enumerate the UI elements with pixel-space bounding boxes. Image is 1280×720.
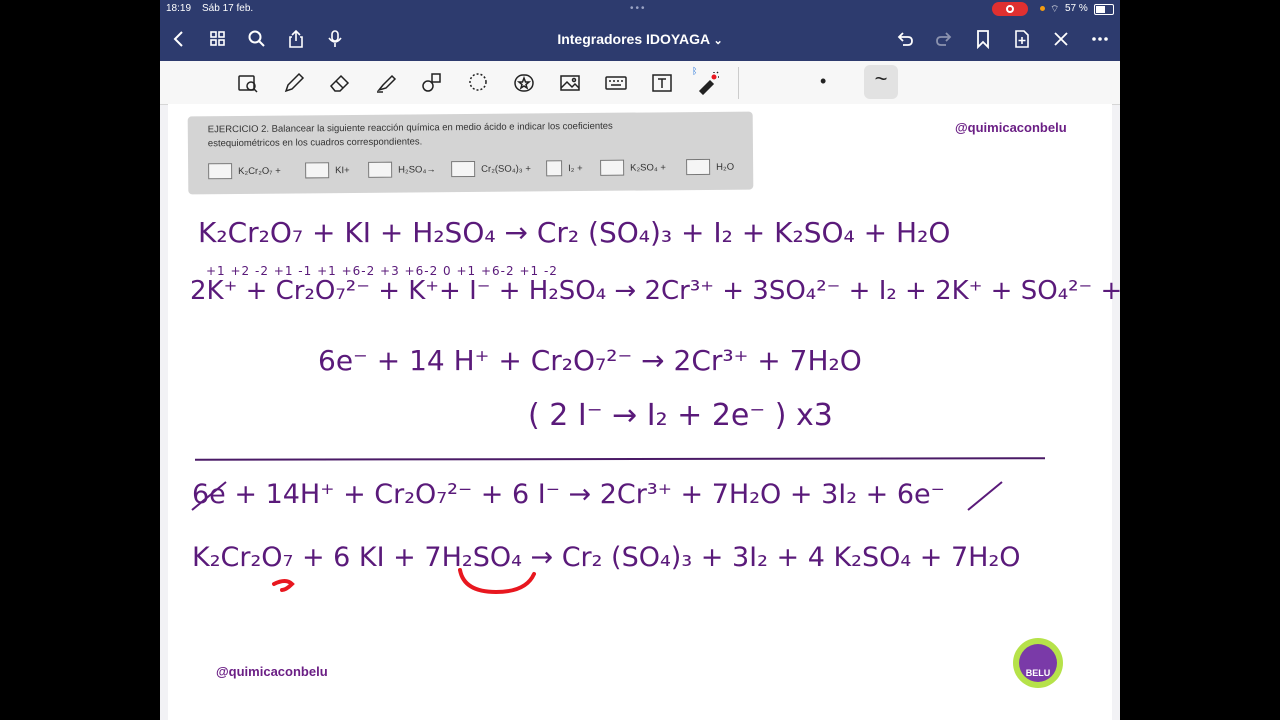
add-page-icon[interactable] <box>1009 26 1035 52</box>
exercise-product-k2so4: K₂SO₄ + <box>600 159 666 176</box>
coefficient-box <box>368 161 393 178</box>
equation-sum-ionic: 6e + 14H⁺ + Cr₂O₇²⁻ + 6 I⁻ → 2Cr³⁺ + 7H₂… <box>192 479 945 510</box>
multitask-dots[interactable]: ••• <box>630 3 647 14</box>
exercise-instruction-line-2: estequiométricos en los cuadros correspo… <box>207 136 423 150</box>
wifi-icon: ⌔ <box>1050 4 1060 15</box>
redo-icon[interactable] <box>931 26 957 52</box>
eraser-icon[interactable] <box>326 69 354 97</box>
equation-unbalanced: K₂Cr₂O₇ + KI + H₂SO₄ → Cr₂ (SO₄)₃ + I₂ +… <box>198 216 951 249</box>
equation-balanced: K₂Cr₂O₇ + 6 KI + 7H₂SO₄ → Cr₂ (SO₄)₃ + 3… <box>192 542 1021 573</box>
highlighter-icon[interactable] <box>372 69 400 97</box>
half-reaction-oxidation: ( 2 I⁻ → I₂ + 2e⁻ ) x3 <box>528 398 833 433</box>
shapes-icon[interactable] <box>418 69 446 97</box>
coefficient-box <box>686 158 711 176</box>
status-bar: 18:19 Sáb 17 feb. ••• ⌔ 57 % <box>160 0 1120 18</box>
toolbar-divider <box>738 67 739 99</box>
close-icon[interactable] <box>1048 26 1074 52</box>
image-icon[interactable] <box>556 69 584 97</box>
pen-stroke-selector[interactable]: ~ <box>864 65 898 99</box>
tool-bar: ᛒ • ~ <box>160 61 1120 105</box>
navigation-bar: Integradores IDOYAGA ⌄ <box>160 18 1120 61</box>
exercise-product-i2: I₂ + <box>546 160 583 177</box>
laser-pointer-icon[interactable] <box>694 69 722 97</box>
brand-logo: BELU <box>1013 638 1063 688</box>
mic-indicator-dot <box>1040 6 1045 11</box>
cancel-strike-right <box>967 481 1003 511</box>
instagram-handle-top: @quimicaconbelu <box>955 120 1067 135</box>
highlight-mark-curve <box>458 568 536 595</box>
title-dropdown-icon[interactable]: ⌄ <box>713 35 722 47</box>
exercise-reactant-ki: KI+ <box>305 162 350 179</box>
exercise-product-h2o: H₂O <box>686 158 734 176</box>
coefficient-box <box>208 163 233 180</box>
highlight-mark-small <box>272 579 295 592</box>
more-icon[interactable] <box>1087 26 1113 52</box>
brand-logo-text: BELU <box>1019 644 1057 682</box>
status-date: Sáb 17 feb. <box>202 3 254 14</box>
coefficient-box <box>305 162 330 179</box>
sticker-icon[interactable] <box>510 69 538 97</box>
exercise-reactant-h2so4: H₂SO₄→ <box>368 161 436 178</box>
exercise-clipping: EJERCICIO 2. Balancear la siguiente reac… <box>187 111 754 195</box>
app-screen: 18:19 Sáb 17 feb. ••• ⌔ 57 % Integradore… <box>160 0 1120 720</box>
text-icon[interactable] <box>648 69 676 97</box>
keyboard-icon[interactable] <box>602 69 630 97</box>
coefficient-box <box>546 160 563 177</box>
equation-ionic: 2K⁺ + Cr₂O₇²⁻ + K⁺+ I⁻ + H₂SO₄ → 2Cr³⁺ +… <box>190 276 1120 306</box>
lasso-icon[interactable] <box>464 69 492 97</box>
half-reaction-reduction: 6e⁻ + 14 H⁺ + Cr₂O₇²⁻ → 2Cr³⁺ + 7H₂O <box>318 344 862 377</box>
undo-icon[interactable] <box>892 26 918 52</box>
cancel-strike-left <box>191 481 227 511</box>
exercise-product-cr2so43: Cr₂(SO₄)₃ + <box>451 160 531 178</box>
battery-icon <box>1094 4 1114 15</box>
recording-indicator <box>992 2 1028 16</box>
coefficient-box <box>600 159 625 176</box>
bookmark-icon[interactable] <box>970 26 996 52</box>
separator-line <box>194 457 1046 461</box>
exercise-reactant-k2cr2o7: K₂Cr₂O₇ + <box>208 163 281 180</box>
status-time: 18:19 <box>166 3 192 14</box>
lasso-zoom-icon[interactable] <box>234 69 262 97</box>
notebook-page[interactable]: EJERCICIO 2. Balancear la siguiente reac… <box>168 104 1120 720</box>
exercise-instruction-line-1: EJERCICIO 2. Balancear la siguiente reac… <box>207 120 613 136</box>
battery-percent: 57 % <box>1065 3 1088 14</box>
coefficient-box <box>451 160 476 178</box>
pen-size-selector[interactable]: • <box>820 71 826 92</box>
instagram-handle-bottom: @quimicaconbelu <box>216 664 328 679</box>
pen-icon[interactable] <box>280 69 308 97</box>
bluetooth-icon: ᛒ <box>692 66 698 76</box>
